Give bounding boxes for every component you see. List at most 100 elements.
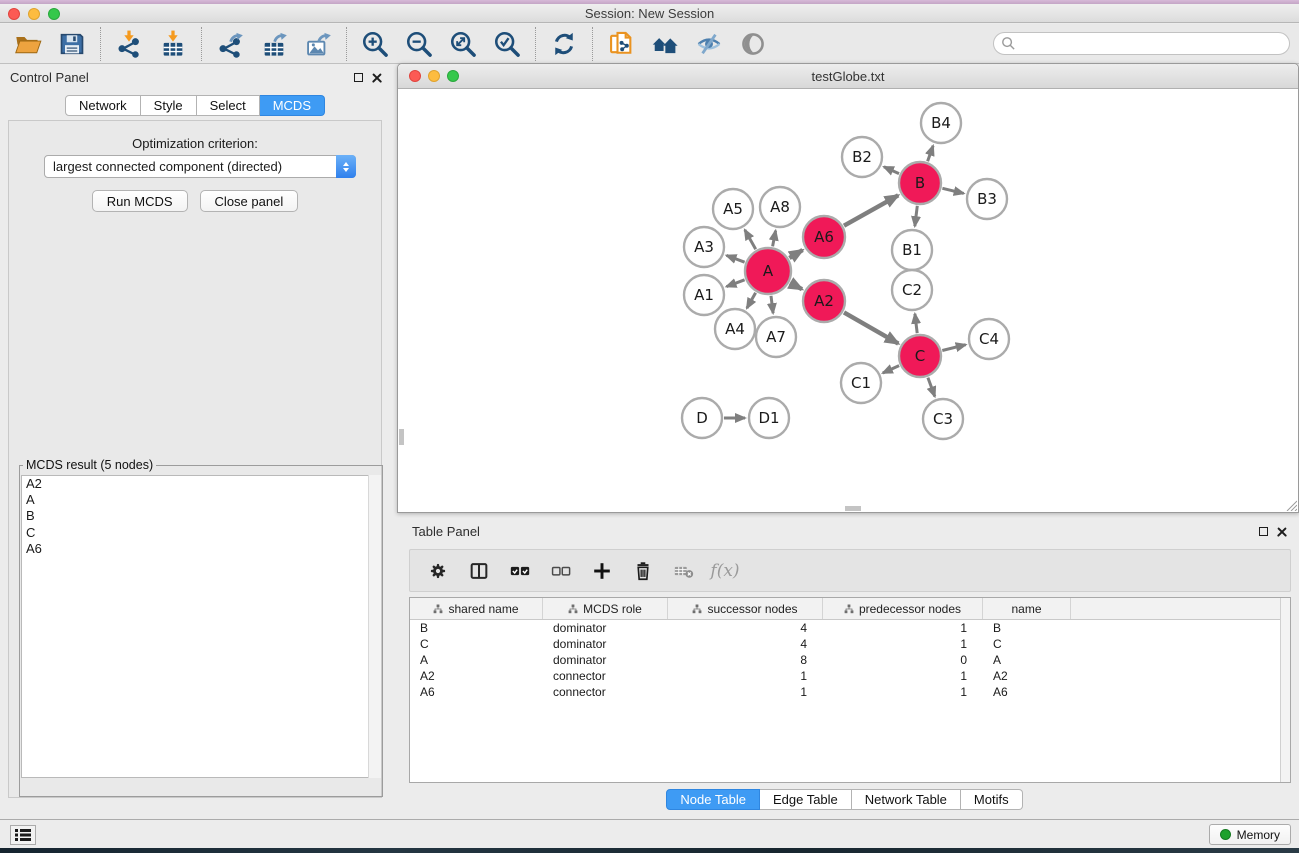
cell-name[interactable]: A6 (983, 684, 1071, 700)
column-header-shared-name[interactable]: shared name (410, 598, 543, 619)
zoom-out-button[interactable] (397, 26, 441, 62)
result-item[interactable]: A6 (22, 541, 380, 557)
mcds-result-list[interactable]: A2ABCA6 (21, 475, 381, 778)
network-maximize-button[interactable] (447, 70, 459, 82)
search-input[interactable] (1016, 35, 1289, 53)
node-A5[interactable]: A5 (713, 189, 753, 229)
search-box[interactable] (993, 32, 1290, 55)
edge-A-A4[interactable] (747, 293, 756, 308)
memory-button[interactable]: Memory (1209, 824, 1291, 845)
edge-B-B2[interactable] (884, 167, 899, 174)
edge-B-B3[interactable] (942, 188, 963, 193)
cell-predecessor-nodes[interactable]: 1 (823, 636, 983, 652)
table-row[interactable]: Adominator80A (410, 652, 1290, 668)
network-minimize-button[interactable] (428, 70, 440, 82)
cell-successor-nodes[interactable]: 4 (668, 636, 823, 652)
node-C1[interactable]: C1 (841, 363, 881, 403)
edge-A-A3[interactable] (727, 255, 745, 262)
network-window-titlebar[interactable]: testGlobe.txt (398, 64, 1298, 89)
horizontal-scroll-nub[interactable] (845, 506, 861, 511)
node-B2[interactable]: B2 (842, 137, 882, 177)
node-A6[interactable]: A6 (803, 216, 845, 258)
cell-predecessor-nodes[interactable]: 1 (823, 620, 983, 636)
cell-name[interactable]: B (983, 620, 1071, 636)
edge-A6-B[interactable] (844, 195, 898, 225)
tab-select[interactable]: Select (197, 95, 260, 116)
network-canvas[interactable]: AA6A2BCA1A3A4A5A7A8B1B2B3B4C1C2C3C4DD1 (398, 89, 1298, 513)
column-header-name[interactable]: name (983, 598, 1071, 619)
edge-A-A5[interactable] (745, 230, 756, 249)
cell-shared-name[interactable]: A (410, 652, 543, 668)
node-A7[interactable]: A7 (756, 317, 796, 357)
cell-successor-nodes[interactable]: 8 (668, 652, 823, 668)
edge-C-C1[interactable] (883, 366, 899, 373)
node-B[interactable]: B (899, 162, 941, 204)
edge-A-A8[interactable] (773, 231, 776, 247)
cell-name[interactable]: C (983, 636, 1071, 652)
maximize-window-button[interactable] (48, 8, 60, 20)
cell-MCDS-role[interactable]: connector (543, 684, 668, 700)
table-scrollbar[interactable] (1280, 598, 1290, 782)
node-C[interactable]: C (899, 335, 941, 377)
cell-MCDS-role[interactable]: connector (543, 668, 668, 684)
close-panel-button[interactable]: Close panel (200, 190, 299, 212)
refresh-layout-button[interactable] (542, 26, 586, 62)
cell-shared-name[interactable]: B (410, 620, 543, 636)
optimization-criterion-dropdown[interactable]: largest connected component (directed) (44, 155, 356, 178)
node-A1[interactable]: A1 (684, 275, 724, 315)
tab-network-table[interactable]: Network Table (852, 789, 961, 810)
hide-eye-button[interactable] (687, 26, 731, 62)
gear-button[interactable] (422, 555, 454, 587)
window-controls[interactable] (8, 8, 60, 20)
node-A[interactable]: A (745, 248, 791, 294)
column-header-MCDS-role[interactable]: MCDS role (543, 598, 668, 619)
table-row[interactable]: A2connector11A2 (410, 668, 1290, 684)
tab-style[interactable]: Style (141, 95, 197, 116)
zoom-selected-button[interactable] (485, 26, 529, 62)
result-item[interactable]: B (22, 508, 380, 524)
node-A8[interactable]: A8 (760, 187, 800, 227)
export-table-button[interactable] (252, 26, 296, 62)
edge-B-B1[interactable] (915, 206, 918, 226)
zoom-in-button[interactable] (353, 26, 397, 62)
cell-name[interactable]: A2 (983, 668, 1071, 684)
cell-shared-name[interactable]: A6 (410, 684, 543, 700)
show-eye-button[interactable] (731, 26, 775, 62)
table-float-panel-icon[interactable] (1259, 527, 1268, 536)
edge-C-C4[interactable] (942, 345, 965, 351)
tab-network[interactable]: Network (65, 95, 141, 116)
node-C3[interactable]: C3 (923, 399, 963, 439)
node-A3[interactable]: A3 (684, 227, 724, 267)
table-row[interactable]: Cdominator41C (410, 636, 1290, 652)
close-window-button[interactable] (8, 8, 20, 20)
export-network-button[interactable] (208, 26, 252, 62)
node-B1[interactable]: B1 (892, 230, 932, 270)
cell-shared-name[interactable]: C (410, 636, 543, 652)
node-A2[interactable]: A2 (803, 280, 845, 322)
import-network-button[interactable] (107, 26, 151, 62)
run-mcds-button[interactable]: Run MCDS (92, 190, 188, 212)
home-button[interactable] (643, 26, 687, 62)
node-A4[interactable]: A4 (715, 309, 755, 349)
cell-MCDS-role[interactable]: dominator (543, 652, 668, 668)
export-image-button[interactable] (296, 26, 340, 62)
node-D[interactable]: D (682, 398, 722, 438)
cell-name[interactable]: A (983, 652, 1071, 668)
save-session-button[interactable] (50, 26, 94, 62)
table-row[interactable]: A6connector11A6 (410, 684, 1290, 700)
cell-successor-nodes[interactable]: 1 (668, 668, 823, 684)
edge-B-B4[interactable] (928, 146, 934, 162)
node-B3[interactable]: B3 (967, 179, 1007, 219)
node-C4[interactable]: C4 (969, 319, 1009, 359)
column-header-predecessor-nodes[interactable]: predecessor nodes (823, 598, 983, 619)
cell-predecessor-nodes[interactable]: 0 (823, 652, 983, 668)
edge-A-A2[interactable] (790, 283, 802, 289)
float-panel-icon[interactable] (354, 73, 363, 82)
cell-predecessor-nodes[interactable]: 1 (823, 684, 983, 700)
tab-motifs[interactable]: Motifs (961, 789, 1023, 810)
open-session-button[interactable] (6, 26, 50, 62)
edge-A-A6[interactable] (789, 250, 802, 258)
task-history-button[interactable] (10, 825, 36, 845)
tab-node-table[interactable]: Node Table (666, 789, 760, 810)
deselect-all-button[interactable] (545, 555, 577, 587)
